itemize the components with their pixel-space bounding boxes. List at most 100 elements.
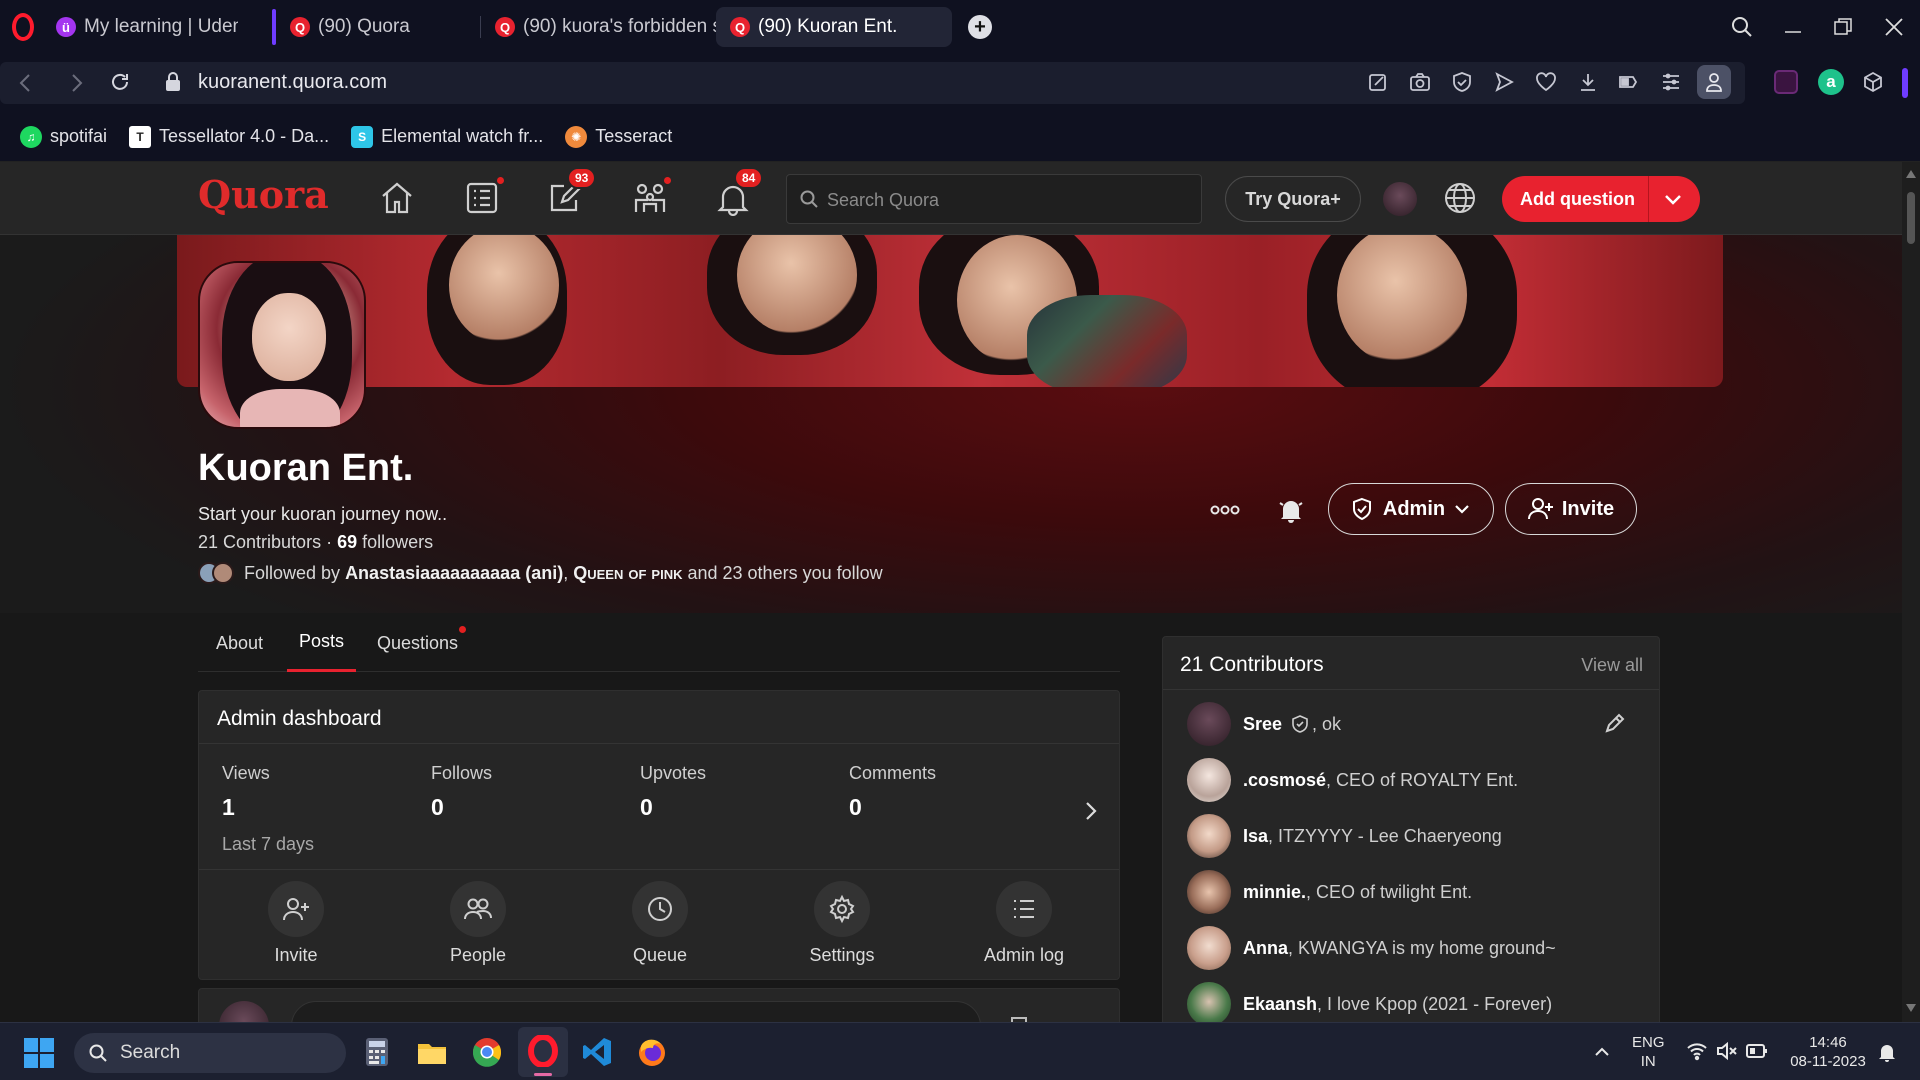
scrollbar-thumb[interactable] <box>1907 192 1915 244</box>
dashboard-invite-button[interactable]: Invite <box>236 881 356 966</box>
bookmark-spotifai[interactable]: ♫ spotifai <box>20 125 107 148</box>
heart-icon[interactable] <box>1535 71 1557 93</box>
search-input[interactable]: Search Quora <box>786 174 1202 224</box>
aria-icon[interactable]: a <box>1818 69 1844 95</box>
search-tabs-icon[interactable] <box>1730 0 1754 54</box>
battery-saver-icon[interactable] <box>1617 71 1639 93</box>
chevron-down-icon[interactable] <box>1662 188 1684 210</box>
search-placeholder: Search Quora <box>827 190 940 210</box>
snapshot-edit-icon[interactable] <box>1367 71 1389 93</box>
bookmark-elemental[interactable]: S Elemental watch fr... <box>351 125 543 148</box>
follower-link[interactable]: Queen of pink <box>573 563 682 584</box>
contributor-name[interactable]: Ekaansh <box>1243 994 1317 1015</box>
contributor-name[interactable]: Sree <box>1243 714 1282 735</box>
dashboard-settings-button[interactable]: Settings <box>782 881 902 966</box>
minimize-icon[interactable] <box>1782 0 1804 54</box>
invite-button[interactable]: Invite <box>1505 483 1637 535</box>
try-quora-plus-button[interactable]: Try Quora+ <box>1225 176 1361 222</box>
stat-views[interactable]: Views 1 <box>222 763 270 821</box>
battery-icon[interactable] <box>1745 1042 1769 1060</box>
contributors-count-link[interactable]: 21 Contributors · <box>198 532 337 552</box>
contributor-row[interactable]: .cosmosé , CEO of ROYALTY Ent. <box>1187 757 1518 803</box>
file-explorer-icon[interactable] <box>416 1036 448 1068</box>
view-all-link[interactable]: View all <box>1581 655 1643 676</box>
composer-input[interactable] <box>291 1001 981 1022</box>
add-question-button[interactable]: Add question <box>1502 176 1700 222</box>
vpn-shield-icon[interactable] <box>1451 71 1473 93</box>
scroll-up-icon[interactable] <box>1906 170 1916 178</box>
chevron-right-icon[interactable] <box>1081 799 1101 823</box>
send-icon[interactable] <box>1493 71 1515 93</box>
vscode-icon[interactable] <box>581 1036 613 1068</box>
notification-center-icon[interactable] <box>1877 1041 1897 1063</box>
contributor-name[interactable]: Anna <box>1243 938 1288 959</box>
contributor-row[interactable]: Ekaansh , I love Kpop (2021 - Forever) <box>1187 981 1552 1022</box>
stat-follows[interactable]: Follows 0 <box>431 763 492 821</box>
new-tab-button[interactable]: + <box>968 15 992 39</box>
contributor-row[interactable]: Anna , KWANGYA is my home ground~ <box>1187 925 1556 971</box>
tab-kuora-forbidden[interactable]: Q (90) kuora's forbidden s <box>481 7 716 47</box>
dashboard-queue-button[interactable]: Queue <box>600 881 720 966</box>
tab-about[interactable]: About <box>216 614 263 672</box>
stat-comments[interactable]: Comments 0 <box>849 763 936 821</box>
tab-kuoran-ent[interactable]: Q (90) Kuoran Ent. <box>716 7 952 47</box>
quora-header: Quora 93 84 Search Quora Try Quora+ Add … <box>0 162 1902 235</box>
admin-button[interactable]: Admin <box>1328 483 1494 535</box>
tab-questions[interactable]: Questions <box>377 614 458 672</box>
bookmark-tesseract[interactable]: ✺ Tesseract <box>565 125 672 148</box>
url-text[interactable]: kuoranent.quora.com <box>198 71 387 94</box>
language-indicator[interactable]: ENG IN <box>1632 1033 1665 1071</box>
followers-label[interactable]: followers <box>357 532 433 552</box>
opera-logo-icon[interactable] <box>12 13 34 41</box>
home-icon[interactable] <box>377 180 417 216</box>
opera-icon <box>528 1035 558 1067</box>
forward-icon[interactable] <box>66 72 86 94</box>
chrome-icon[interactable] <box>471 1036 503 1068</box>
back-icon[interactable] <box>16 72 36 94</box>
more-options-icon[interactable] <box>1210 503 1240 517</box>
notification-bell-icon[interactable] <box>1276 495 1306 525</box>
globe-icon[interactable] <box>1442 180 1478 216</box>
opera-taskbar-button[interactable] <box>518 1027 568 1077</box>
contributor-row[interactable]: minnie. , CEO of twilight Ent. <box>1187 869 1472 915</box>
profile-button[interactable] <box>1697 65 1731 99</box>
lock-icon[interactable] <box>164 71 182 93</box>
firefox-icon[interactable] <box>636 1036 668 1068</box>
contributor-row[interactable]: Isa , ITZYYYY - Lee Chaeryeong <box>1187 813 1502 859</box>
contributor-name[interactable]: minnie. <box>1243 882 1306 903</box>
close-window-icon[interactable] <box>1883 0 1905 54</box>
calculator-icon[interactable] <box>361 1036 393 1068</box>
windows-start-icon[interactable] <box>24 1038 54 1068</box>
bookmark-tessellator[interactable]: T Tessellator 4.0 - Da... <box>129 125 329 148</box>
download-icon[interactable] <box>1577 71 1599 93</box>
wifi-icon[interactable] <box>1686 1041 1708 1061</box>
contributor-name[interactable]: Isa <box>1243 826 1268 847</box>
stat-upvotes[interactable]: Upvotes 0 <box>640 763 706 821</box>
tab-udemy[interactable]: ü My learning | Udemy <box>42 7 238 47</box>
space-profile-image[interactable] <box>198 261 366 429</box>
clock[interactable]: 14:46 08-11-2023 <box>1785 1033 1871 1071</box>
following-icon[interactable] <box>462 180 502 216</box>
speaker-muted-icon[interactable] <box>1716 1041 1738 1061</box>
tab-quora[interactable]: Q (90) Quora <box>276 7 480 47</box>
reload-icon[interactable] <box>108 70 132 94</box>
follower-link[interactable]: Anastasiaaaaaaaaaa (ani) <box>345 563 563 584</box>
user-avatar[interactable] <box>1383 182 1417 216</box>
dashboard-people-button[interactable]: People <box>418 881 538 966</box>
tab-posts[interactable]: Posts <box>287 614 357 672</box>
page-scrollbar[interactable] <box>1902 162 1920 1022</box>
extension-icon[interactable] <box>1774 70 1798 94</box>
cube-extensions-icon[interactable] <box>1862 71 1884 93</box>
dashboard-admin-log-button[interactable]: Admin log <box>964 881 1084 966</box>
contributor-name[interactable]: .cosmosé <box>1243 770 1326 791</box>
quora-logo[interactable]: Quora <box>198 172 329 217</box>
restore-icon[interactable] <box>1832 0 1854 54</box>
chevron-up-icon[interactable] <box>1592 1042 1612 1062</box>
taskbar-search[interactable]: Search <box>74 1033 346 1073</box>
easy-setup-icon[interactable] <box>1660 71 1682 93</box>
edit-pencil-icon[interactable] <box>1603 713 1625 735</box>
camera-icon[interactable] <box>1409 71 1431 93</box>
followers-count[interactable]: 69 <box>337 532 357 552</box>
contributor-row[interactable]: Sree , ok <box>1187 701 1341 747</box>
scroll-down-icon[interactable] <box>1906 1004 1916 1012</box>
